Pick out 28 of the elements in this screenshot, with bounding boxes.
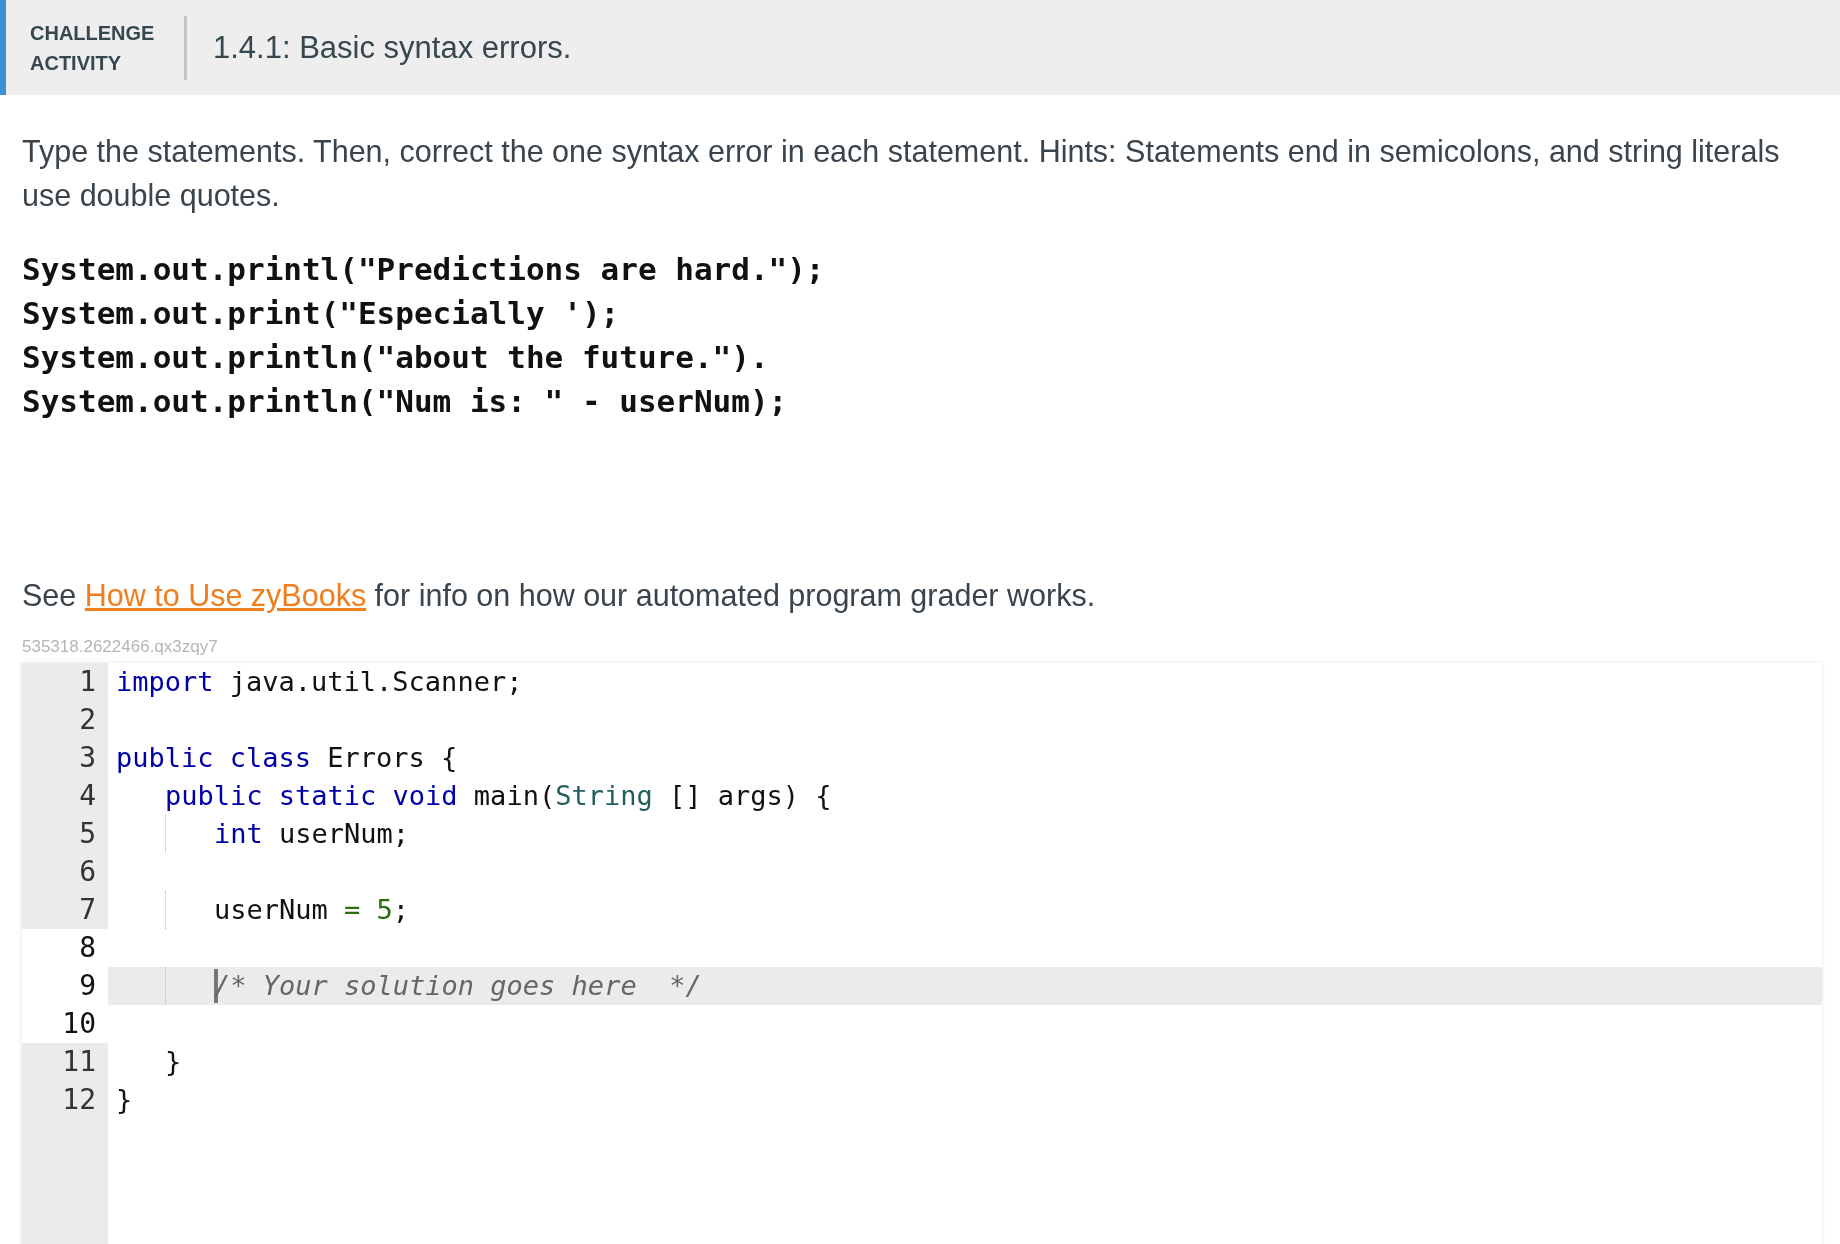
code-line: public static void main(String [] args) { [165, 779, 832, 813]
code-statement: System.out.print("Especially '); [22, 294, 621, 333]
activity-type-label: CHALLENGE ACTIVITY [30, 20, 156, 76]
line-number: 7 [78, 892, 97, 928]
activity-title: 1.4.1: Basic syntax errors. [213, 29, 572, 66]
line-number: 8 [22, 929, 108, 967]
code-statement: System.out.println("about the future."). [22, 338, 770, 377]
code-statement: System.out.println("Num is: " - userNum); [22, 382, 789, 421]
code-line: import java.util.Scanner; [116, 665, 523, 699]
line-number: 11 [61, 1044, 97, 1080]
code-line: userNum = 5; [214, 893, 410, 927]
activity-id: 535318.2622466.qx3zqy7 [22, 637, 219, 657]
code-statement: System.out.printl("Predictions are hard."); [22, 250, 826, 289]
line-number: 6 [78, 854, 97, 890]
line-number: 3 [78, 740, 97, 776]
instructions-text: Type the statements. Then, correct the one syntax error in each statement. Hints: Statements end in semicolons, and string literals use double quotes. [22, 133, 1781, 215]
line-number: 2 [78, 702, 97, 738]
code-line: } [165, 1045, 182, 1079]
code-line: int userNum; [214, 817, 410, 851]
line-number: 9 [22, 967, 108, 1005]
line-number: 5 [78, 816, 97, 852]
line-number: 10 [22, 1005, 108, 1043]
info-text: See How to Use zyBooks for info on how our automated program grader works. [22, 577, 1097, 615]
code-line: public class Errors { [116, 741, 458, 775]
code-line: } [116, 1083, 133, 1117]
line-number: 1 [78, 664, 97, 700]
line-number: 4 [78, 778, 97, 814]
line-number: 12 [61, 1082, 97, 1118]
